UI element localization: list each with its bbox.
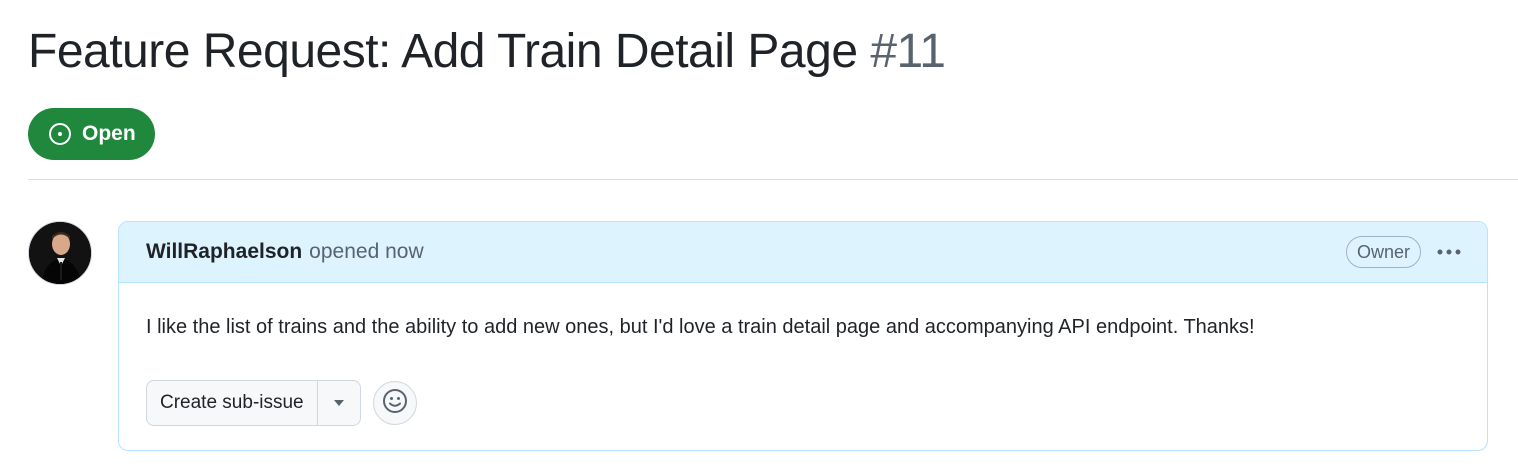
create-sub-issue-dropdown-button[interactable]	[318, 381, 360, 425]
issue-title: Feature Request: Add Train Detail Page	[28, 25, 858, 78]
comment-timestamp[interactable]: opened now	[309, 240, 423, 264]
smiley-icon	[382, 388, 408, 419]
add-reaction-button[interactable]	[372, 381, 417, 425]
issue-number: #11	[870, 25, 946, 78]
issue-opened-icon	[48, 122, 72, 146]
issue-state-label: Open	[82, 122, 136, 145]
comment-author[interactable]: WillRaphaelson	[146, 240, 302, 264]
triangle-down-icon	[333, 394, 345, 412]
owner-badge: Owner	[1345, 236, 1421, 268]
issue-comment: WillRaphaelson opened now Owner I like t…	[118, 221, 1488, 451]
comment-header: WillRaphaelson opened now Owner	[119, 222, 1487, 283]
author-avatar[interactable]	[28, 221, 92, 285]
create-sub-issue-button[interactable]: Create sub-issue	[147, 381, 318, 425]
header-divider	[28, 179, 1518, 180]
issue-state-badge: Open	[28, 108, 155, 160]
issue-title-row: Feature Request: Add Train Detail Page #…	[28, 22, 946, 82]
comment-options-button[interactable]	[1433, 236, 1465, 268]
kebab-horizontal-icon	[1436, 243, 1462, 261]
create-sub-issue-split-button: Create sub-issue	[146, 380, 361, 426]
comment-body: I like the list of trains and the abilit…	[146, 316, 1255, 338]
comment-actions: Create sub-issue	[146, 380, 417, 426]
